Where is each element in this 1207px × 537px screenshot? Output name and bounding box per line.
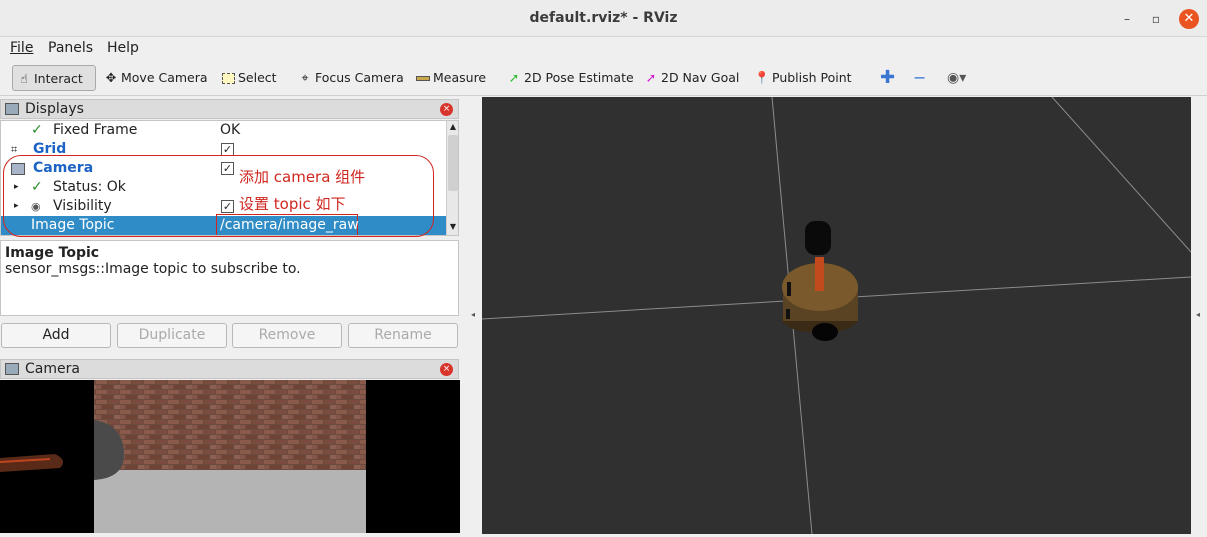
hand-pointer-icon: ☝ — [20, 71, 28, 86]
minimize-icon[interactable]: – — [1117, 9, 1137, 29]
annotation-set-topic: 设置 topic 如下 — [239, 195, 346, 213]
pose-estimate-tool[interactable]: ➚ 2D Pose Estimate — [503, 65, 634, 91]
description-title: Image Topic — [5, 245, 100, 261]
description-text: sensor_msgs::Image topic to subscribe to… — [5, 261, 301, 277]
camera-panel-title: Camera — [25, 361, 80, 377]
measure-tool[interactable]: Measure — [412, 65, 486, 91]
remove-button[interactable]: Remove — [232, 323, 342, 348]
close-panel-icon[interactable]: × — [440, 103, 453, 116]
close-panel-icon[interactable]: × — [440, 363, 453, 376]
crosshair-icon: ⌖ — [301, 70, 309, 85]
camera-panel-header: Camera × — [0, 359, 459, 379]
camera-image — [0, 380, 460, 533]
interact-tool[interactable]: ☝ Interact — [12, 65, 96, 91]
map-pin-icon: 📍 — [754, 70, 770, 85]
close-icon[interactable]: ✕ — [1179, 9, 1199, 29]
fixed-frame-value: OK — [220, 122, 241, 138]
minus-icon[interactable]: − — [910, 65, 926, 91]
rename-button[interactable]: Rename — [348, 323, 458, 348]
green-arrow-icon: ➚ — [508, 70, 520, 85]
measure-label: Measure — [433, 70, 487, 85]
menu-bar: File Panels Help — [0, 37, 1207, 59]
scroll-thumb[interactable] — [448, 135, 458, 191]
select-box-icon — [220, 65, 236, 91]
duplicate-button[interactable]: Duplicate — [117, 323, 227, 348]
tree-row-fixed-frame[interactable]: ✓ Fixed Frame OK — [1, 121, 446, 140]
camera-image-view — [0, 380, 460, 533]
window-title: default.rviz* - RViz — [529, 10, 678, 26]
monitor-icon — [5, 103, 19, 115]
nav-goal-label: 2D Nav Goal — [661, 70, 740, 85]
maximize-icon[interactable]: ▫ — [1146, 9, 1166, 29]
publish-point-label: Publish Point — [772, 70, 852, 85]
plus-icon[interactable]: ✚ — [877, 65, 895, 91]
3d-viewport[interactable] — [482, 97, 1191, 534]
tree-scrollbar[interactable]: ▲ ▼ — [446, 121, 458, 235]
annotation-add-camera: 添加 camera 组件 — [239, 168, 366, 186]
select-label: Select — [238, 70, 277, 85]
property-description: Image Topic sensor_msgs::Image topic to … — [0, 240, 459, 316]
move-camera-label: Move Camera — [121, 70, 208, 85]
nav-goal-tool[interactable]: ➚ 2D Nav Goal — [640, 65, 740, 91]
pose-estimate-label: 2D Pose Estimate — [524, 70, 634, 85]
check-icon: ✓ — [31, 122, 43, 138]
menu-help[interactable]: Help — [107, 40, 139, 56]
move-icon: ✥ — [105, 70, 117, 85]
scroll-down-icon[interactable]: ▼ — [448, 222, 458, 232]
move-camera-tool[interactable]: ✥ Move Camera — [100, 65, 208, 91]
focus-camera-label: Focus Camera — [315, 70, 404, 85]
menu-panels[interactable]: Panels — [48, 40, 93, 56]
title-bar: default.rviz* - RViz – ▫ ✕ — [0, 0, 1207, 37]
select-tool[interactable]: Select — [217, 65, 277, 91]
focus-camera-tool[interactable]: ⌖ Focus Camera — [294, 65, 404, 91]
displays-title: Displays — [25, 101, 84, 117]
annotation-ellipse — [3, 155, 434, 237]
menu-file[interactable]: File — [10, 40, 33, 56]
toolbar: ☝ Interact ✥ Move Camera Select ⌖ Focus Cam… — [0, 60, 1207, 96]
ruler-icon — [415, 65, 431, 91]
displays-header: Displays × — [0, 99, 459, 119]
splitter-left-icon[interactable]: ◂ — [471, 310, 475, 319]
splitter-right-icon[interactable]: ◂ — [1196, 310, 1200, 319]
fixed-frame-label: Fixed Frame — [53, 122, 138, 138]
interact-label: Interact — [34, 71, 83, 86]
3d-scene — [482, 97, 1191, 534]
publish-point-tool[interactable]: 📍 Publish Point — [751, 65, 852, 91]
magenta-arrow-icon: ➚ — [645, 70, 657, 85]
add-button[interactable]: Add — [1, 323, 111, 348]
eye-icon[interactable]: ◉▾ — [944, 65, 966, 91]
camera-panel-icon — [5, 363, 19, 375]
scroll-up-icon[interactable]: ▲ — [448, 122, 458, 132]
